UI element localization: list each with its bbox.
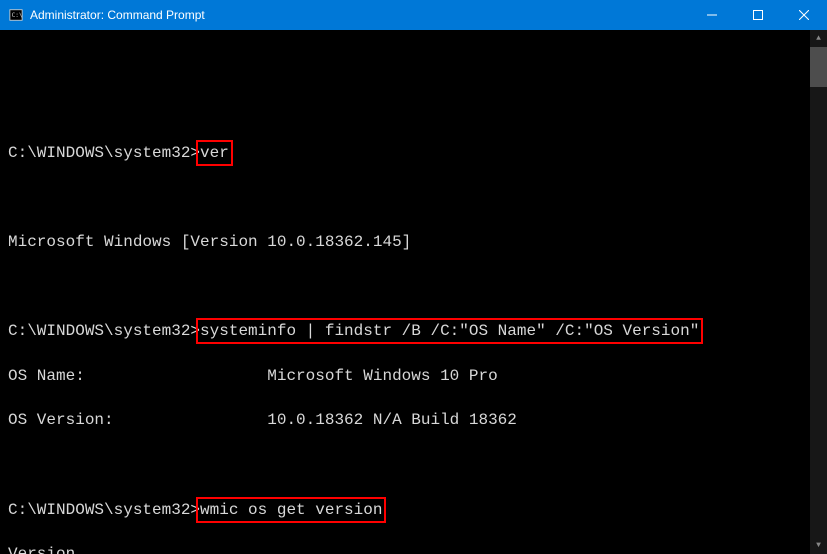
prompt-text: C:\WINDOWS\system32>: [8, 322, 200, 340]
scrollbar[interactable]: ▲ ▼: [810, 30, 827, 554]
titlebar-left: C:\ Administrator: Command Prompt: [8, 7, 205, 23]
highlighted-command-2: systeminfo | findstr /B /C:"OS Name" /C:…: [196, 318, 703, 344]
terminal-content: C:\WINDOWS\system32>ver Microsoft Window…: [0, 75, 827, 554]
prompt-text: C:\WINDOWS\system32>: [8, 144, 200, 162]
output-sysinfo-1: OS Name: Microsoft Windows 10 Pro: [8, 365, 819, 387]
minimize-button[interactable]: [689, 0, 735, 30]
prompt-line-2: C:\WINDOWS\system32>systeminfo | findstr…: [8, 320, 819, 342]
cmd-icon: C:\: [8, 7, 24, 23]
close-button[interactable]: [781, 0, 827, 30]
prompt-text: C:\WINDOWS\system32>: [8, 501, 200, 519]
highlighted-command-3: wmic os get version: [196, 497, 386, 523]
svg-text:C:\: C:\: [12, 12, 23, 19]
scrollbar-up-arrow[interactable]: ▲: [810, 30, 827, 47]
highlighted-command-1: ver: [196, 140, 233, 166]
scrollbar-thumb[interactable]: [810, 47, 827, 87]
output-ver: Microsoft Windows [Version 10.0.18362.14…: [8, 231, 819, 253]
prompt-line-3: C:\WINDOWS\system32>wmic os get version: [8, 499, 819, 521]
scrollbar-down-arrow[interactable]: ▼: [810, 537, 827, 554]
titlebar[interactable]: C:\ Administrator: Command Prompt: [0, 0, 827, 30]
titlebar-controls: [689, 0, 827, 30]
prompt-line-1: C:\WINDOWS\system32>ver: [8, 142, 819, 164]
titlebar-title: Administrator: Command Prompt: [30, 8, 205, 22]
output-sysinfo-2: OS Version: 10.0.18362 N/A Build 18362: [8, 409, 819, 431]
terminal[interactable]: C:\WINDOWS\system32>ver Microsoft Window…: [0, 30, 827, 554]
maximize-button[interactable]: [735, 0, 781, 30]
output-wmic-1: Version: [8, 543, 819, 554]
